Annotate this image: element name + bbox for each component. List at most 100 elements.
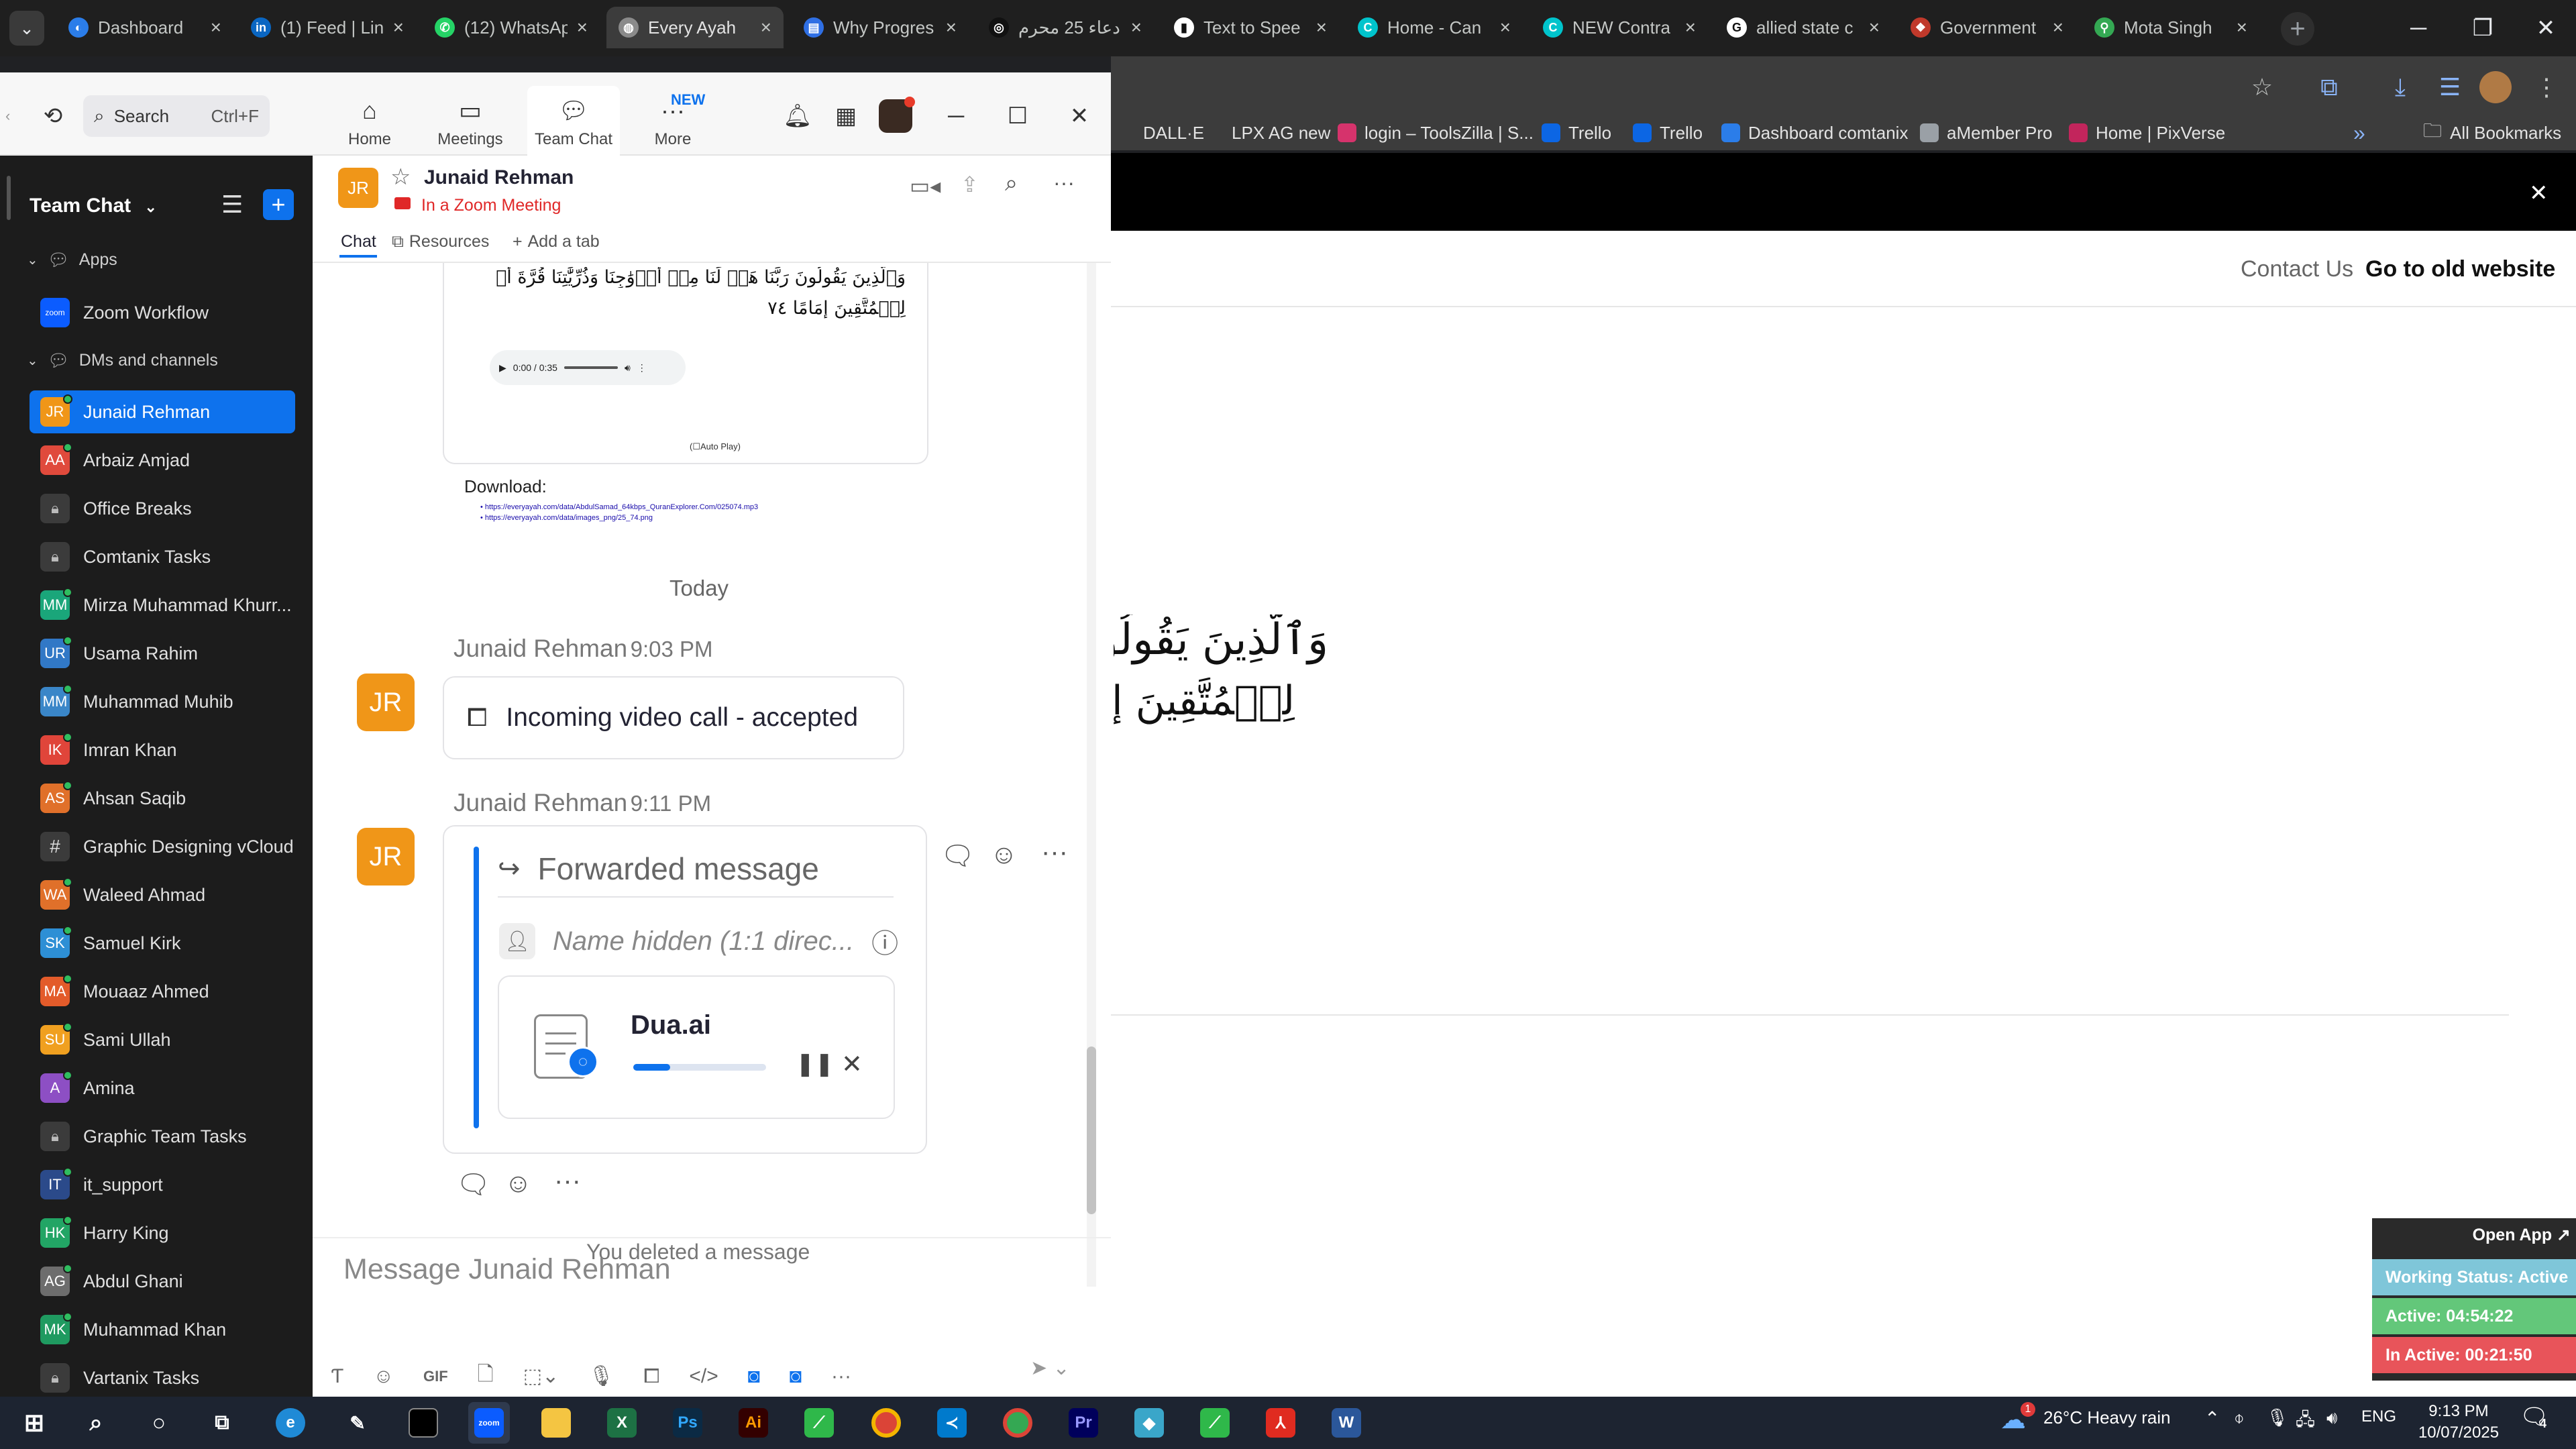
green-app-2-icon[interactable]: ⟋ [1194,1402,1236,1444]
old-website-link[interactable]: Go to old website [2365,256,2555,282]
sidebar-chat-item[interactable]: SK Samuel Kirk [30,922,295,965]
browser-tab[interactable]: ◐ Dashboard × [56,7,233,48]
screenshot-icon[interactable]: ⬚⌄ [523,1364,559,1388]
browser-tab[interactable]: ❖ Government × [1898,7,2076,48]
profile-avatar[interactable] [2479,71,2512,103]
file-name[interactable]: Dua.ai [631,1010,711,1040]
bookmarks-overflow-icon[interactable]: » [2353,119,2365,146]
team-chat-title[interactable]: Team Chat ⌄ [30,195,157,217]
message-input[interactable]: Message Junaid Rehman [343,1253,671,1286]
acrobat-icon[interactable]: ⅄ [1260,1402,1301,1444]
bookmark-item[interactable]: Dashboard comtanix [1721,119,1908,146]
browser-tab[interactable]: ✆ (12) WhatsAp × [423,7,600,48]
bookmark-star-icon[interactable]: ☆ [2242,67,2282,107]
word-icon[interactable]: W [1326,1402,1367,1444]
browser-tab[interactable]: C NEW Contra × [1531,7,1708,48]
chrome-profile-icon[interactable] [997,1402,1038,1444]
share-screen-icon[interactable]: ⇪ [961,172,979,197]
sidebar-chat-item[interactable]: AG Abdul Ghani [30,1260,295,1303]
tab-search-chevron-icon[interactable]: ⌄ [9,11,44,46]
message-more-icon[interactable]: ··· [554,1166,581,1196]
downloads-icon[interactable]: ⤓ [2380,67,2420,107]
message-avatar[interactable]: JR [357,674,415,731]
sidebar-chat-item[interactable]: AA Arbaiz Amjad [30,439,295,482]
send-button[interactable]: ➤ ⌄ [1030,1356,1070,1380]
tab-close-icon[interactable]: × [1316,17,1327,38]
weather-text[interactable]: 26°C Heavy rain [2043,1407,2171,1428]
dms-section[interactable]: ⌄ 💬︎ DMs and channels [27,343,218,377]
code-snippet-icon[interactable]: </> [689,1365,718,1388]
add-reaction-icon[interactable]: ☺ [504,1169,532,1199]
open-app-button[interactable]: Open App ↗ [2372,1220,2576,1250]
browser-minimize-icon[interactable]: ─ [2388,9,2449,47]
gif-button[interactable]: GIF [423,1368,448,1385]
zoom-close-icon[interactable]: ✕ [1063,99,1096,133]
windows-start-icon[interactable]: ⊞ [13,1402,55,1444]
sidebar-chat-item[interactable]: IK Imran Khan [30,729,295,771]
sidebar-chat-item[interactable]: A Amina [30,1067,295,1110]
sidebar-chat-item[interactable]: SU Sami Ullah [30,1018,295,1061]
video-call-icon[interactable]: ▭◂ [910,173,941,199]
chrome-icon[interactable] [865,1402,907,1444]
sidebar-chat-item[interactable]: AS Ahsan Saqib [30,777,295,820]
apps-section[interactable]: ⌄ 💬︎ Apps [27,243,117,276]
sidebar-chat-item[interactable]: WA Waleed Ahmad [30,873,295,916]
browser-tab[interactable]: ⚲ Mota Singh × [2082,7,2259,48]
sidebar-resize-handle[interactable] [7,176,11,220]
message-avatar[interactable]: JR [357,828,415,885]
browser-close-icon[interactable]: ✕ [2516,9,2576,47]
photoshop-icon[interactable]: Ps [667,1402,708,1444]
vscode-icon[interactable]: ≺ [931,1402,973,1444]
cancel-upload-icon[interactable]: ✕ [841,1049,863,1079]
message-sender[interactable]: Junaid Rehman [453,789,627,816]
contact-name[interactable]: Junaid Rehman [424,166,574,189]
bookmark-item[interactable]: Trello [1542,119,1611,146]
banner-close-icon[interactable]: ✕ [2529,180,2548,207]
zoom-taskbar-icon[interactable]: zoom [468,1402,510,1444]
sidebar-chat-item[interactable]: MM Muhammad Muhib [30,680,295,723]
download-link-png[interactable]: • https://everyayah.com/data/images_png/… [480,514,653,522]
sidebar-item-zoom-workflow[interactable]: zoom Zoom Workflow [30,291,295,334]
tab-close-icon[interactable]: × [1869,17,1880,38]
sidebar-chat-item[interactable]: 🔒︎ Office Breaks [30,487,295,530]
excel-icon[interactable]: X [601,1402,643,1444]
illustrator-icon[interactable]: Ai [733,1402,774,1444]
tab-close-icon[interactable]: × [2237,17,2247,38]
notifications-bell-icon[interactable]: 🔔︎ [781,99,814,133]
reading-list-icon[interactable]: ☰ [2430,67,2470,107]
nav-team-chat[interactable]: 💬︎ Team Chat [527,86,620,156]
add-reaction-icon[interactable]: ☺ [990,840,1018,870]
file-explorer-icon[interactable] [535,1402,577,1444]
sidebar-chat-item[interactable]: # Graphic Designing vCloud [30,825,295,868]
all-bookmarks-button[interactable]: 🗀 All Bookmarks [2423,119,2561,146]
terminal-icon[interactable] [402,1402,444,1444]
bookmark-item[interactable]: LPX AG new [1205,119,1330,146]
bookmark-item[interactable]: Home | PixVerse [2069,119,2225,146]
sidebar-chat-item[interactable]: 🔒︎ Vartanix Tasks [30,1356,295,1397]
microphone-icon[interactable]: 🎙︎ [588,1364,614,1388]
chat-search-icon[interactable]: ⌕ [1005,170,1018,197]
browser-tab[interactable]: C Home - Can × [1346,7,1523,48]
tab-close-icon[interactable]: × [761,17,771,38]
pen-tool-icon[interactable]: ✎ [337,1402,378,1444]
tab-close-icon[interactable]: × [393,17,404,38]
bookmark-item[interactable]: aMember Pro [1920,119,2053,146]
browser-tab[interactable]: Gallied state c × [1715,7,1892,48]
call-event-bubble[interactable]: ⧠ Incoming video call - accepted [443,676,904,759]
browser-tab[interactable]: ◍ Every Ayah × [606,7,784,48]
message-sender[interactable]: Junaid Rehman [453,635,627,662]
browser-tab[interactable]: ▮ Text to Spee × [1162,7,1339,48]
tab-add[interactable]: + Add a tab [513,223,600,260]
bookmark-item[interactable]: login – ToolsZilla | S... [1338,119,1534,146]
new-chat-plus-button[interactable]: + [263,189,294,220]
download-link-mp3[interactable]: • https://everyayah.com/data/AbdulSamad_… [480,503,758,511]
zoom-minimize-icon[interactable]: ─ [939,99,973,133]
task-view-icon[interactable]: ⧉ [201,1402,243,1444]
chat-more-icon[interactable]: ··· [1053,170,1075,195]
user-avatar[interactable] [879,97,915,133]
keyboard-language[interactable]: ENG [2361,1407,2396,1426]
network-app-icon[interactable]: ◆ [1128,1402,1170,1444]
browser-tab[interactable]: ▤ Why Progres × [792,7,969,48]
network-icon[interactable]: 🖧︎ [2296,1407,2315,1437]
contact-avatar[interactable]: JR [338,168,378,208]
